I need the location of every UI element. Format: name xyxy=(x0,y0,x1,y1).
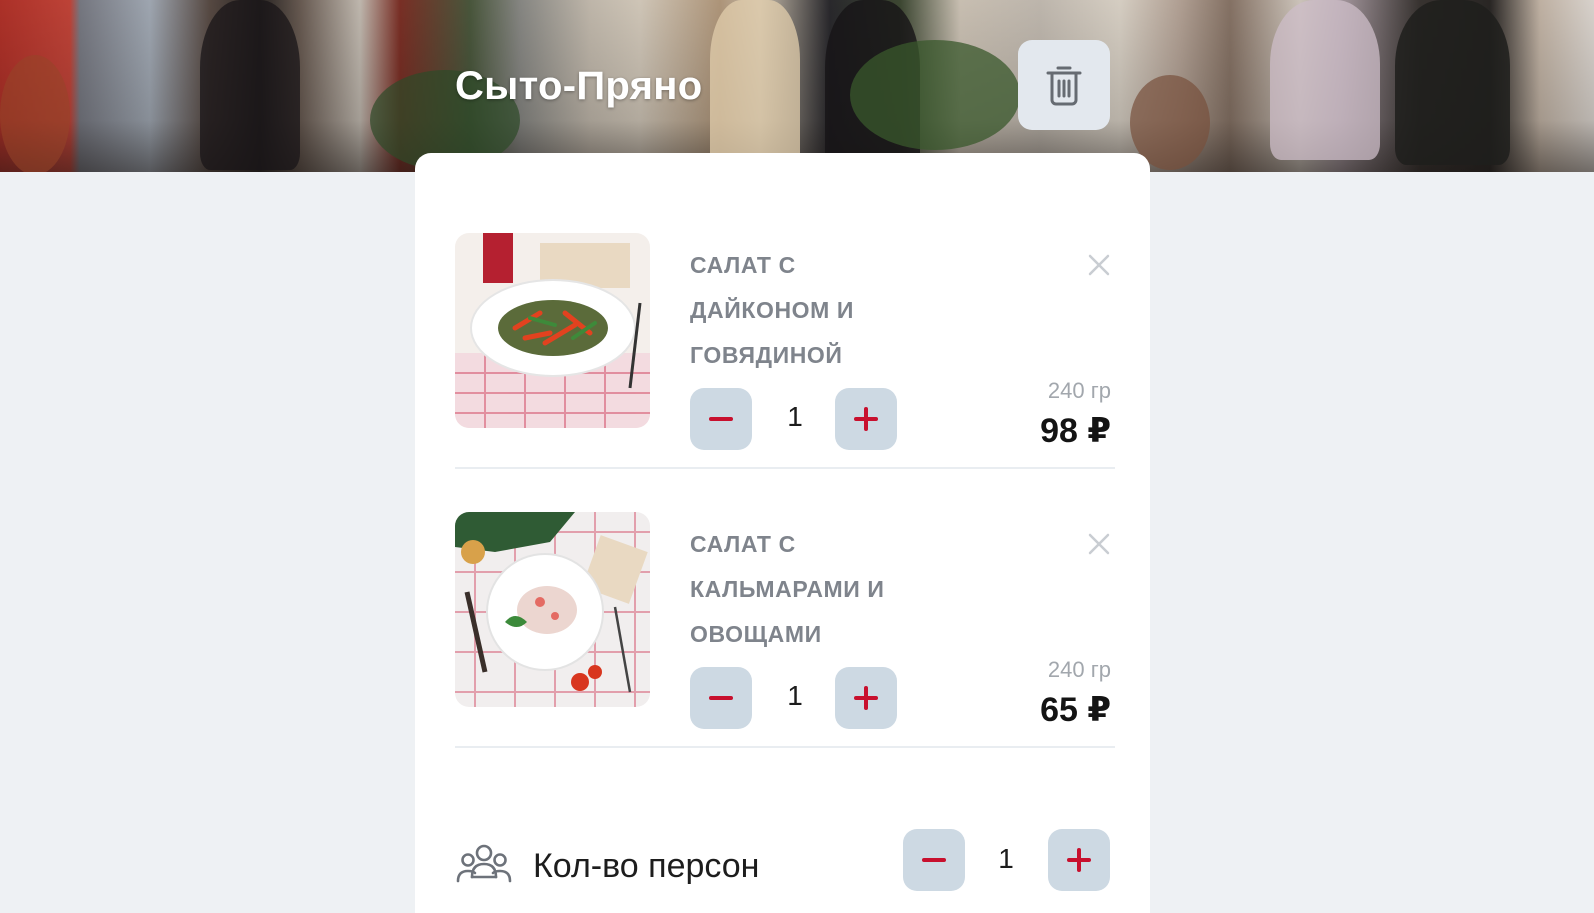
people-icon xyxy=(456,844,512,883)
plus-icon xyxy=(854,407,878,431)
dish-weight: 240 гр xyxy=(1047,657,1111,682)
minus-icon xyxy=(922,858,946,862)
dish-name: Салат с дайконом и говядиной xyxy=(690,252,855,368)
decrease-persons-button[interactable] xyxy=(903,829,965,891)
remove-item-button[interactable] xyxy=(1085,251,1113,279)
persons-quantity: 1 xyxy=(998,843,1014,874)
decrease-quantity-button[interactable] xyxy=(690,667,752,729)
dish-photo xyxy=(455,512,650,707)
close-icon xyxy=(1088,533,1110,555)
dish-photo xyxy=(455,233,650,428)
remove-item-button[interactable] xyxy=(1085,530,1113,558)
dish-weight: 240 гр xyxy=(1047,378,1111,403)
persons-count-row: Кол-во персон 1 xyxy=(455,825,1115,895)
dish-price: 65 ₽ xyxy=(1040,691,1111,729)
restaurant-banner xyxy=(0,0,1594,172)
dish-name: Салат с кальмарами и овощами xyxy=(690,531,885,647)
restaurant-title: Сыто-Пряно xyxy=(455,64,703,108)
plus-icon xyxy=(1067,848,1091,872)
persons-label: Кол-во персон xyxy=(533,847,760,885)
dish-price: 98 ₽ xyxy=(1040,412,1111,450)
item-quantity: 1 xyxy=(787,680,803,711)
increase-persons-button[interactable] xyxy=(1048,829,1110,891)
plus-icon xyxy=(854,686,878,710)
decrease-quantity-button[interactable] xyxy=(690,388,752,450)
minus-icon xyxy=(709,417,733,421)
minus-icon xyxy=(709,696,733,700)
close-icon xyxy=(1088,254,1110,276)
cart-panel: Салат с дайконом и говядиной 1 240 гр 98… xyxy=(415,153,1150,913)
increase-quantity-button[interactable] xyxy=(835,667,897,729)
increase-quantity-button[interactable] xyxy=(835,388,897,450)
item-quantity: 1 xyxy=(787,401,803,432)
trash-icon xyxy=(1046,66,1082,106)
cart-item: Салат с дайконом и говядиной 1 240 гр 98… xyxy=(455,233,1115,469)
clear-cart-button[interactable] xyxy=(1018,40,1110,130)
cart-item: Салат с кальмарами и овощами 1 240 гр 65… xyxy=(455,512,1115,748)
